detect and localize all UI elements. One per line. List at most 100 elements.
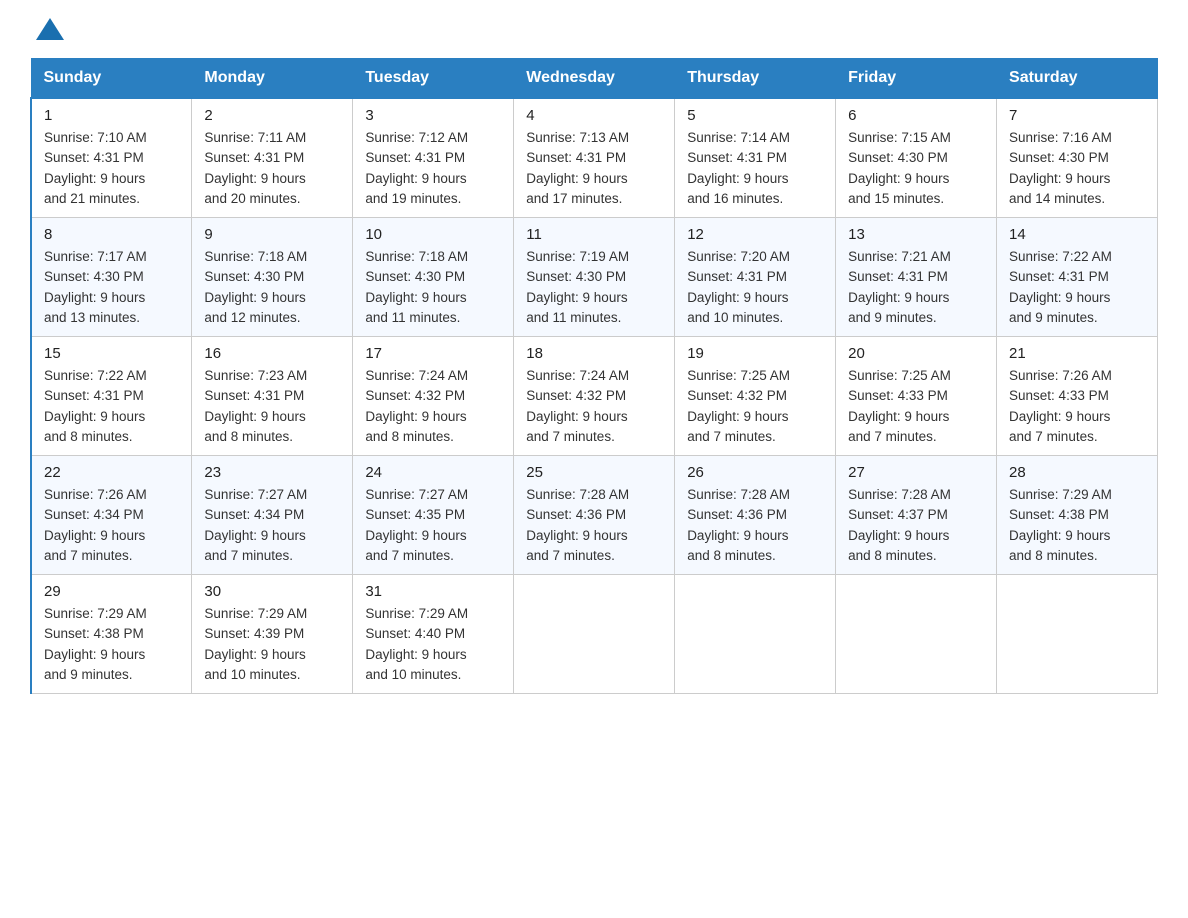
day-info: Sunrise: 7:11 AM Sunset: 4:31 PM Dayligh…: [204, 128, 340, 209]
weekday-header-tuesday: Tuesday: [353, 59, 514, 99]
week-row-4: 22 Sunrise: 7:26 AM Sunset: 4:34 PM Dayl…: [31, 456, 1158, 575]
calendar-cell: 9 Sunrise: 7:18 AM Sunset: 4:30 PM Dayli…: [192, 218, 353, 337]
day-info: Sunrise: 7:23 AM Sunset: 4:31 PM Dayligh…: [204, 366, 340, 447]
day-number: 19: [687, 345, 823, 362]
calendar-cell: 29 Sunrise: 7:29 AM Sunset: 4:38 PM Dayl…: [31, 575, 192, 694]
day-number: 13: [848, 226, 984, 243]
week-row-3: 15 Sunrise: 7:22 AM Sunset: 4:31 PM Dayl…: [31, 337, 1158, 456]
calendar-cell: 21 Sunrise: 7:26 AM Sunset: 4:33 PM Dayl…: [997, 337, 1158, 456]
day-info: Sunrise: 7:28 AM Sunset: 4:36 PM Dayligh…: [526, 485, 662, 566]
day-number: 18: [526, 345, 662, 362]
calendar-cell: 28 Sunrise: 7:29 AM Sunset: 4:38 PM Dayl…: [997, 456, 1158, 575]
day-number: 4: [526, 107, 662, 124]
calendar-cell: 6 Sunrise: 7:15 AM Sunset: 4:30 PM Dayli…: [836, 98, 997, 218]
day-number: 23: [204, 464, 340, 481]
day-number: 16: [204, 345, 340, 362]
day-number: 28: [1009, 464, 1145, 481]
day-number: 29: [44, 583, 179, 600]
weekday-header-row: SundayMondayTuesdayWednesdayThursdayFrid…: [31, 59, 1158, 99]
calendar-cell: 12 Sunrise: 7:20 AM Sunset: 4:31 PM Dayl…: [675, 218, 836, 337]
calendar-cell: 7 Sunrise: 7:16 AM Sunset: 4:30 PM Dayli…: [997, 98, 1158, 218]
calendar-cell: 3 Sunrise: 7:12 AM Sunset: 4:31 PM Dayli…: [353, 98, 514, 218]
week-row-5: 29 Sunrise: 7:29 AM Sunset: 4:38 PM Dayl…: [31, 575, 1158, 694]
calendar-cell: 30 Sunrise: 7:29 AM Sunset: 4:39 PM Dayl…: [192, 575, 353, 694]
calendar-cell: 31 Sunrise: 7:29 AM Sunset: 4:40 PM Dayl…: [353, 575, 514, 694]
day-number: 8: [44, 226, 179, 243]
day-number: 14: [1009, 226, 1145, 243]
day-number: 3: [365, 107, 501, 124]
calendar-cell: 15 Sunrise: 7:22 AM Sunset: 4:31 PM Dayl…: [31, 337, 192, 456]
day-info: Sunrise: 7:27 AM Sunset: 4:34 PM Dayligh…: [204, 485, 340, 566]
calendar-cell: 11 Sunrise: 7:19 AM Sunset: 4:30 PM Dayl…: [514, 218, 675, 337]
weekday-header-monday: Monday: [192, 59, 353, 99]
calendar-cell: 2 Sunrise: 7:11 AM Sunset: 4:31 PM Dayli…: [192, 98, 353, 218]
day-number: 20: [848, 345, 984, 362]
day-info: Sunrise: 7:21 AM Sunset: 4:31 PM Dayligh…: [848, 247, 984, 328]
calendar-cell: 25 Sunrise: 7:28 AM Sunset: 4:36 PM Dayl…: [514, 456, 675, 575]
day-info: Sunrise: 7:20 AM Sunset: 4:31 PM Dayligh…: [687, 247, 823, 328]
week-row-2: 8 Sunrise: 7:17 AM Sunset: 4:30 PM Dayli…: [31, 218, 1158, 337]
day-info: Sunrise: 7:10 AM Sunset: 4:31 PM Dayligh…: [44, 128, 179, 209]
logo-triangle-icon: [36, 18, 64, 40]
calendar-cell: 10 Sunrise: 7:18 AM Sunset: 4:30 PM Dayl…: [353, 218, 514, 337]
page-header: [30, 20, 1158, 38]
day-info: Sunrise: 7:27 AM Sunset: 4:35 PM Dayligh…: [365, 485, 501, 566]
day-number: 15: [44, 345, 179, 362]
calendar-cell: [836, 575, 997, 694]
logo: [30, 20, 64, 38]
day-info: Sunrise: 7:29 AM Sunset: 4:40 PM Dayligh…: [365, 604, 501, 685]
calendar-cell: 8 Sunrise: 7:17 AM Sunset: 4:30 PM Dayli…: [31, 218, 192, 337]
day-number: 12: [687, 226, 823, 243]
calendar-cell: [997, 575, 1158, 694]
day-number: 21: [1009, 345, 1145, 362]
day-number: 31: [365, 583, 501, 600]
calendar-cell: [675, 575, 836, 694]
calendar-cell: 22 Sunrise: 7:26 AM Sunset: 4:34 PM Dayl…: [31, 456, 192, 575]
calendar-cell: 14 Sunrise: 7:22 AM Sunset: 4:31 PM Dayl…: [997, 218, 1158, 337]
day-number: 6: [848, 107, 984, 124]
weekday-header-saturday: Saturday: [997, 59, 1158, 99]
day-info: Sunrise: 7:15 AM Sunset: 4:30 PM Dayligh…: [848, 128, 984, 209]
calendar-cell: 19 Sunrise: 7:25 AM Sunset: 4:32 PM Dayl…: [675, 337, 836, 456]
calendar-cell: 16 Sunrise: 7:23 AM Sunset: 4:31 PM Dayl…: [192, 337, 353, 456]
day-number: 30: [204, 583, 340, 600]
calendar-cell: 4 Sunrise: 7:13 AM Sunset: 4:31 PM Dayli…: [514, 98, 675, 218]
day-number: 2: [204, 107, 340, 124]
day-info: Sunrise: 7:13 AM Sunset: 4:31 PM Dayligh…: [526, 128, 662, 209]
weekday-header-thursday: Thursday: [675, 59, 836, 99]
calendar-cell: [514, 575, 675, 694]
calendar-cell: 23 Sunrise: 7:27 AM Sunset: 4:34 PM Dayl…: [192, 456, 353, 575]
day-info: Sunrise: 7:29 AM Sunset: 4:38 PM Dayligh…: [44, 604, 179, 685]
day-info: Sunrise: 7:24 AM Sunset: 4:32 PM Dayligh…: [526, 366, 662, 447]
day-number: 24: [365, 464, 501, 481]
logo-text: [30, 20, 64, 42]
day-info: Sunrise: 7:17 AM Sunset: 4:30 PM Dayligh…: [44, 247, 179, 328]
calendar-table: SundayMondayTuesdayWednesdayThursdayFrid…: [30, 58, 1158, 694]
day-info: Sunrise: 7:22 AM Sunset: 4:31 PM Dayligh…: [1009, 247, 1145, 328]
day-number: 17: [365, 345, 501, 362]
day-number: 1: [44, 107, 179, 124]
day-info: Sunrise: 7:25 AM Sunset: 4:33 PM Dayligh…: [848, 366, 984, 447]
day-number: 26: [687, 464, 823, 481]
day-number: 25: [526, 464, 662, 481]
day-info: Sunrise: 7:24 AM Sunset: 4:32 PM Dayligh…: [365, 366, 501, 447]
day-info: Sunrise: 7:16 AM Sunset: 4:30 PM Dayligh…: [1009, 128, 1145, 209]
day-info: Sunrise: 7:29 AM Sunset: 4:38 PM Dayligh…: [1009, 485, 1145, 566]
day-info: Sunrise: 7:26 AM Sunset: 4:33 PM Dayligh…: [1009, 366, 1145, 447]
weekday-header-sunday: Sunday: [31, 59, 192, 99]
day-number: 9: [204, 226, 340, 243]
day-info: Sunrise: 7:19 AM Sunset: 4:30 PM Dayligh…: [526, 247, 662, 328]
calendar-cell: 5 Sunrise: 7:14 AM Sunset: 4:31 PM Dayli…: [675, 98, 836, 218]
day-info: Sunrise: 7:26 AM Sunset: 4:34 PM Dayligh…: [44, 485, 179, 566]
day-info: Sunrise: 7:18 AM Sunset: 4:30 PM Dayligh…: [365, 247, 501, 328]
calendar-cell: 13 Sunrise: 7:21 AM Sunset: 4:31 PM Dayl…: [836, 218, 997, 337]
calendar-cell: 20 Sunrise: 7:25 AM Sunset: 4:33 PM Dayl…: [836, 337, 997, 456]
day-info: Sunrise: 7:29 AM Sunset: 4:39 PM Dayligh…: [204, 604, 340, 685]
day-info: Sunrise: 7:12 AM Sunset: 4:31 PM Dayligh…: [365, 128, 501, 209]
weekday-header-friday: Friday: [836, 59, 997, 99]
day-number: 22: [44, 464, 179, 481]
calendar-cell: 26 Sunrise: 7:28 AM Sunset: 4:36 PM Dayl…: [675, 456, 836, 575]
calendar-cell: 18 Sunrise: 7:24 AM Sunset: 4:32 PM Dayl…: [514, 337, 675, 456]
day-number: 7: [1009, 107, 1145, 124]
day-info: Sunrise: 7:18 AM Sunset: 4:30 PM Dayligh…: [204, 247, 340, 328]
